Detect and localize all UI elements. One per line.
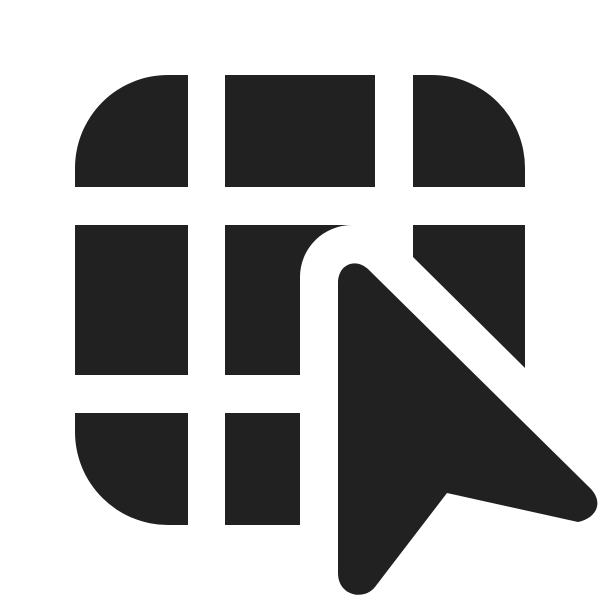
- table-cursor-icon: [75, 75, 598, 595]
- table-cell-middle-center: [225, 225, 352, 375]
- table-cell-top-middle: [225, 75, 375, 187]
- table-cell-middle-left: [75, 225, 188, 375]
- table-cell-bottom-middle: [225, 413, 300, 525]
- icon-canvas: [0, 0, 600, 600]
- table-cell-top-left: [75, 75, 188, 187]
- table-cell-top-right: [413, 75, 525, 187]
- table-cell-bottom-left: [75, 413, 188, 525]
- cursor-arrow-icon: [338, 263, 598, 595]
